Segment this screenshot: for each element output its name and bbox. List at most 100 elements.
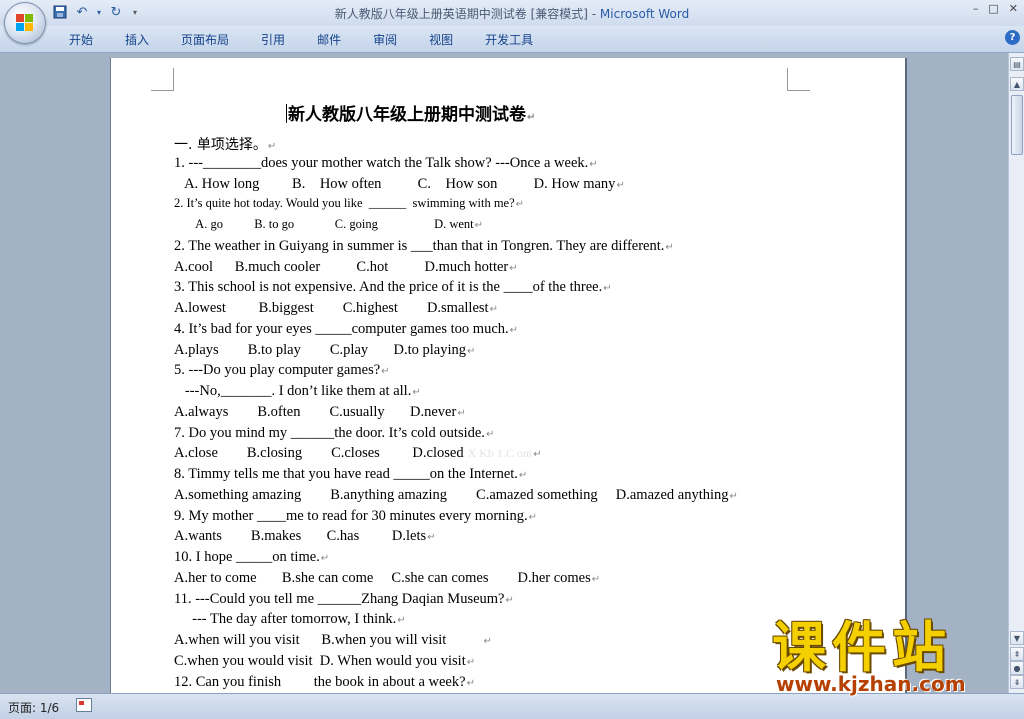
document-line: 4. It’s bad for your eyes _____computer … — [174, 321, 518, 338]
app-name: Microsoft Word — [599, 7, 690, 21]
paragraph-mark-icon: ↵ — [591, 574, 601, 585]
maximize-button[interactable]: □ — [988, 2, 998, 15]
document-title: 新人教版八年级上册期中测试卷↵ — [286, 104, 536, 125]
paragraph-mark-icon: ↵ — [457, 408, 466, 419]
tab-view[interactable]: 视图 — [420, 31, 462, 48]
paragraph-mark-icon: ↵ — [515, 199, 525, 210]
paragraph-mark-icon: ↵ — [466, 678, 475, 689]
document-line: --- The day after tomorrow, I think.↵ — [174, 611, 406, 628]
line-text: A. How long B. How often C. How son D. H… — [174, 176, 616, 192]
tab-page-layout[interactable]: 页面布局 — [172, 31, 238, 48]
paragraph-mark-icon: ↵ — [474, 220, 484, 231]
document-line: 7. Do you mind my ______the door. It’s c… — [174, 425, 494, 442]
line-text: 2. The weather in Guiyang in summer is _… — [174, 238, 665, 254]
document-line: A. go B. to go C. going D. went↵ — [174, 217, 483, 232]
paragraph-mark-icon: ↵ — [729, 491, 738, 502]
line-text: A.her to come B.she can come C.she can c… — [174, 570, 591, 586]
paragraph-mark-icon: ↵ — [467, 346, 476, 357]
proofing-icon[interactable] — [76, 698, 92, 712]
document-line: A.lowest B.biggest C.highest D.smallest↵ — [174, 300, 498, 317]
paragraph-mark-icon: ↵ — [483, 636, 492, 647]
document-line: A. How long B. How often C. How son D. H… — [174, 176, 625, 193]
browse-object-button[interactable]: ● — [1010, 661, 1024, 675]
ruler-toggle-icon[interactable]: ▤ — [1010, 57, 1024, 71]
status-bar: 页面: 1/6 — [0, 693, 1024, 719]
paragraph-mark-icon: ↵ — [466, 657, 476, 668]
window-title: 新人教版八年级上册英语期中测试卷 [兼容模式] - Microsoft Word — [0, 5, 1024, 22]
margin-corner-top-left — [151, 68, 174, 91]
paragraph-mark-icon: ↵ — [509, 263, 518, 274]
paragraph-mark-icon: ↵ — [397, 615, 406, 626]
line-text: A. go B. to go C. going D. went — [174, 217, 474, 231]
tab-review[interactable]: 审阅 — [364, 31, 406, 48]
page-count-status[interactable]: 页面: 1/6 — [8, 699, 59, 716]
document-line: A.plays B.to play C.play D.to playing↵ — [174, 342, 475, 359]
next-page-button[interactable]: ⇟ — [1010, 675, 1024, 689]
paragraph-mark-icon: ↵ — [665, 242, 674, 253]
line-text: A.wants B.makes C.has D.lets — [174, 528, 427, 544]
document-line: A.her to come B.she can come C.she can c… — [174, 570, 600, 587]
paragraph-mark-icon: ↵ — [616, 180, 625, 191]
paragraph-mark-icon: ↵ — [427, 532, 436, 543]
title-bar: ↶ ▾ ↻ ▾ 新人教版八年级上册英语期中测试卷 [兼容模式] - Micros… — [0, 0, 1024, 26]
paragraph-mark-icon: ↵ — [412, 387, 421, 398]
document-line: A.wants B.makes C.has D.lets↵ — [174, 528, 436, 545]
paragraph-mark-icon: ↵ — [603, 283, 612, 294]
previous-page-button[interactable]: ⇞ — [1010, 647, 1024, 661]
paragraph-mark-icon: ↵ — [528, 512, 537, 523]
margin-corner-top-right — [787, 68, 810, 91]
document-line: 1. ---________does your mother watch the… — [174, 155, 598, 172]
line-text: 3. This school is not expensive. And the… — [174, 279, 603, 295]
line-text: --- The day after tomorrow, I think. — [174, 611, 397, 627]
document-line: ---No,_______. I don’t like them at all.… — [174, 383, 421, 400]
tab-mailings[interactable]: 邮件 — [308, 31, 350, 48]
line-text: 7. Do you mind my ______the door. It’s c… — [174, 425, 485, 441]
paragraph-mark-icon: ↵ — [533, 449, 542, 460]
document-line: 5. ---Do you play computer games?↵ — [174, 362, 390, 379]
document-line: 10. I hope _____on time.↵ — [174, 549, 329, 566]
close-button[interactable]: ✕ — [1009, 2, 1018, 15]
office-logo-icon — [16, 14, 34, 32]
text-cursor — [286, 104, 287, 123]
line-text: C.when you would visit D. When would you… — [174, 653, 466, 669]
document-line: A.something amazing B.anything amazing C… — [174, 487, 738, 504]
window-controls: – □ ✕ — [973, 2, 1018, 15]
vertical-scrollbar[interactable]: ▤ ▲ ▼ ⇞ ● ⇟ — [1008, 53, 1024, 693]
logo-url-text: www.kjzhan.com — [776, 672, 966, 696]
tab-home[interactable]: 开始 — [60, 31, 102, 48]
line-text: 一. 单项选择。 — [174, 137, 267, 153]
line-text: A.close B.closing C.closes D.closed — [174, 445, 464, 461]
line-text: A.plays B.to play C.play D.to playing — [174, 342, 466, 358]
line-text: A.always B.often C.usually D.never — [174, 404, 457, 420]
paragraph-mark-icon: ↵ — [381, 366, 390, 377]
document-page[interactable]: 新人教版八年级上册期中测试卷↵ 一. 单项选择。↵ 1. ---________d… — [110, 58, 907, 698]
paragraph-mark-icon: ↵ — [589, 159, 598, 170]
document-line: 2. The weather in Guiyang in summer is _… — [174, 238, 674, 255]
line-text: 5. ---Do you play computer games? — [174, 362, 381, 378]
paragraph-mark-icon: ↵ — [485, 429, 495, 440]
line-text: 1. ---________does your mother watch the… — [174, 155, 589, 171]
document-line: 9. My mother ____me to read for 30 minut… — [174, 508, 537, 525]
scroll-down-button[interactable]: ▼ — [1010, 631, 1024, 645]
line-text: A.cool B.much cooler C.hot D.much hotter — [174, 259, 509, 275]
scroll-up-button[interactable]: ▲ — [1010, 77, 1024, 91]
paragraph-mark-icon: ↵ — [267, 141, 277, 152]
line-text: 9. My mother ____me to read for 30 minut… — [174, 508, 528, 524]
minimize-button[interactable]: – — [973, 2, 979, 15]
office-button[interactable] — [4, 2, 46, 44]
line-text: 8. Timmy tells me that you have read ___… — [174, 466, 518, 482]
tab-insert[interactable]: 插入 — [116, 31, 158, 48]
scroll-thumb[interactable] — [1011, 95, 1023, 155]
document-line: 3. This school is not expensive. And the… — [174, 279, 612, 296]
document-line: A.cool B.much cooler C.hot D.much hotter… — [174, 259, 518, 276]
line-text: A.when will you visit B.when you will vi… — [174, 632, 483, 648]
tab-references[interactable]: 引用 — [252, 31, 294, 48]
help-icon[interactable]: ? — [1005, 30, 1020, 45]
paragraph-mark-icon: ↵ — [320, 553, 330, 564]
document-line: 8. Timmy tells me that you have read ___… — [174, 466, 527, 483]
document-line: A.close B.closing C.closes D.closed X Kb … — [174, 445, 542, 462]
line-text: ---No,_______. I don’t like them at all. — [174, 383, 412, 399]
tab-developer[interactable]: 开发工具 — [476, 31, 542, 48]
paragraph-mark-icon: ↵ — [518, 470, 528, 481]
faint-watermark-text: X Kb 1.C om — [467, 446, 533, 460]
